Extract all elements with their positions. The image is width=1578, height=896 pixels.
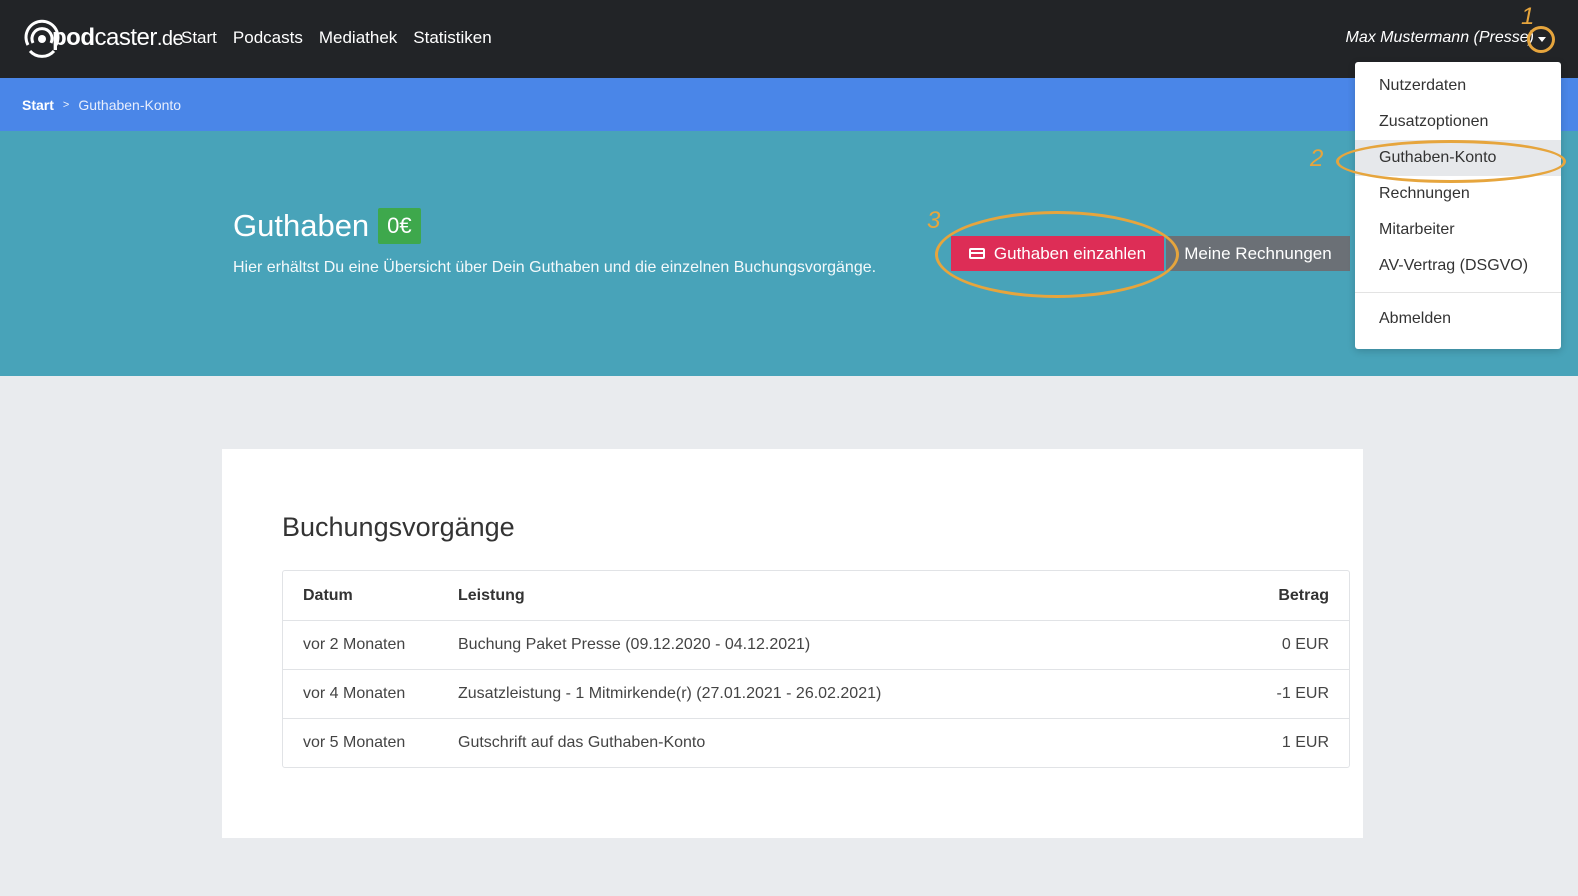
top-navbar: podcaster.de Start Podcasts Mediathek St…: [0, 0, 1578, 78]
row-amount: -1 EUR: [1276, 685, 1329, 702]
row-service: Gutschrift auf das Guthaben-Konto: [458, 734, 706, 751]
podcast-signal-icon: [22, 15, 62, 61]
nav-statistiken[interactable]: Statistiken: [413, 28, 491, 48]
nav-mediathek[interactable]: Mediathek: [319, 28, 397, 48]
row-date: vor 5 Monaten: [303, 734, 406, 751]
annotation-step-2: 2: [1310, 145, 1324, 172]
balance-heading: Guthaben 0€: [233, 208, 421, 244]
logo-wordmark: podcaster.de: [52, 24, 184, 51]
breadcrumb-start[interactable]: Start: [22, 97, 54, 113]
row-amount: 1 EUR: [1281, 734, 1329, 751]
table-header-row: Datum Leistung Betrag: [283, 571, 1349, 620]
page-subtitle: Hier erhältst Du eine Übersicht über Dei…: [233, 259, 877, 276]
user-menu-name[interactable]: Max Mustermann (Presse): [1346, 29, 1535, 47]
nav-podcasts[interactable]: Podcasts: [233, 28, 303, 48]
breadcrumb-current: Guthaben-Konto: [78, 96, 182, 113]
annotation-ring-3: [935, 211, 1179, 298]
menu-divider: [1355, 292, 1561, 293]
breadcrumb-separator: >: [62, 98, 70, 111]
table-row: vor 2 Monaten Buchung Paket Presse (09.1…: [283, 620, 1349, 669]
balance-badge: 0€: [378, 208, 421, 244]
bookings-title: Buchungsvorgänge: [282, 512, 515, 542]
menu-item-nutzerdaten[interactable]: Nutzerdaten: [1355, 68, 1561, 104]
nav-start[interactable]: Start: [181, 28, 217, 48]
annotation-ring-1: [1527, 26, 1555, 53]
table-row: vor 5 Monaten Gutschrift auf das Guthabe…: [283, 718, 1349, 767]
my-invoices-button[interactable]: Meine Rechnungen: [1166, 236, 1350, 271]
row-service: Zusatzleistung - 1 Mitmirkende(r) (27.01…: [458, 685, 882, 702]
annotation-step-3: 3: [927, 207, 941, 234]
column-header-amount: Betrag: [1278, 586, 1329, 604]
main-nav: Start Podcasts Mediathek Statistiken: [181, 28, 492, 48]
row-date: vor 4 Monaten: [303, 685, 406, 702]
row-amount: 0 EUR: [1281, 636, 1329, 653]
menu-item-mitarbeiter[interactable]: Mitarbeiter: [1355, 212, 1561, 248]
table-row: vor 4 Monaten Zusatzleistung - 1 Mitmirk…: [283, 669, 1349, 718]
breadcrumb: Start > Guthaben-Konto: [0, 78, 1578, 131]
annotation-step-1: 1: [1521, 3, 1535, 30]
bookings-card: Buchungsvorgänge Datum Leistung Betrag v…: [222, 449, 1363, 838]
row-service: Buchung Paket Presse (09.12.2020 - 04.12…: [458, 636, 811, 653]
column-header-date: Datum: [303, 586, 353, 604]
menu-item-logout[interactable]: Abmelden: [1355, 301, 1561, 337]
page-title: Guthaben: [233, 208, 370, 243]
menu-item-av-vertrag[interactable]: AV-Vertrag (DSGVO): [1355, 248, 1561, 284]
podcaster-logo[interactable]: podcaster.de: [22, 14, 184, 62]
row-date: vor 2 Monaten: [303, 636, 406, 653]
annotation-ring-2: [1336, 140, 1566, 183]
user-dropdown-menu: Nutzerdaten Zusatzoptionen Guthaben-Kont…: [1355, 62, 1561, 349]
column-header-service: Leistung: [458, 586, 525, 604]
bookings-table: Datum Leistung Betrag vor 2 Monaten Buch…: [282, 570, 1350, 768]
menu-item-zusatzoptionen[interactable]: Zusatzoptionen: [1355, 104, 1561, 140]
